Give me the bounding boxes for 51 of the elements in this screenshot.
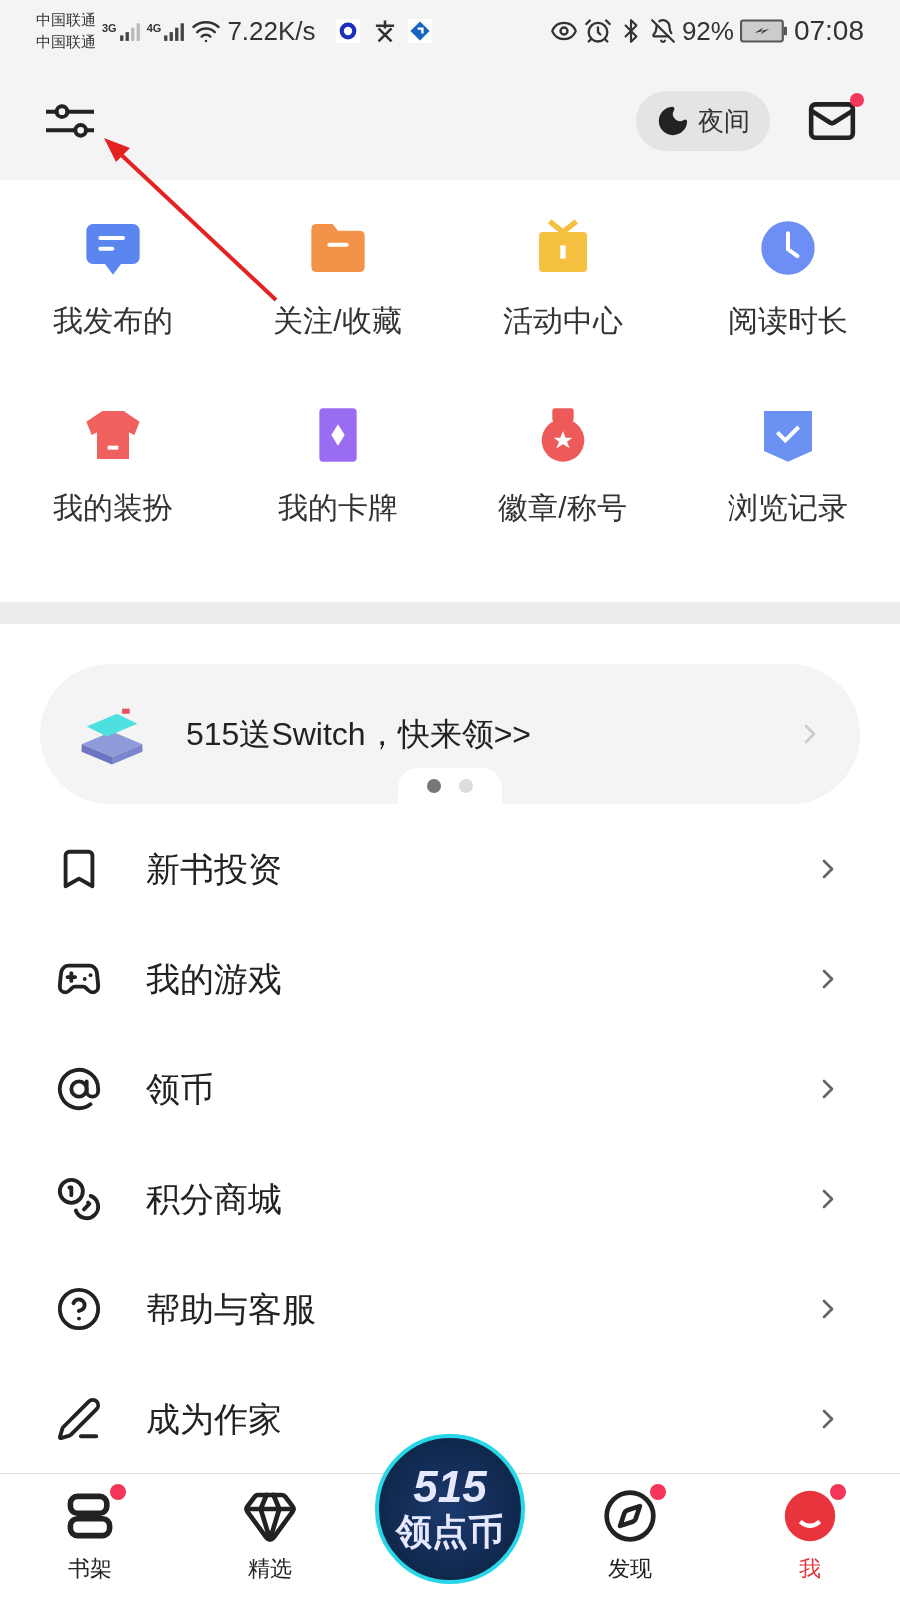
nav-tab[interactable]: 精选 <box>180 1474 360 1600</box>
banner-text: 515送Switch，快来领>> <box>186 715 531 754</box>
menu-label: 积分商城 <box>146 1178 282 1220</box>
network-type: 4G <box>146 21 162 36</box>
shortcut-item[interactable]: 我的卡牌 <box>225 403 450 530</box>
settings-icon <box>43 101 97 141</box>
menu-label: 帮助与客服 <box>146 1288 316 1330</box>
coin-promo-button[interactable]: 515 领点币 <box>375 1434 525 1584</box>
shortcut-item[interactable]: 我发布的 <box>0 216 225 343</box>
battery-icon <box>739 19 788 43</box>
help-icon <box>56 1286 102 1332</box>
nav-tab[interactable]: 书架 <box>0 1474 180 1600</box>
app-ring-icon <box>335 19 360 43</box>
clock-time: 07:08 <box>793 14 864 48</box>
promo-number: 515 <box>413 1464 487 1509</box>
nav-tab[interactable]: 我 <box>720 1474 900 1600</box>
shortcut-item[interactable]: 关注/收藏 <box>225 216 450 343</box>
promo-label: 领点币 <box>396 1509 504 1554</box>
shortcut-item[interactable]: 浏览记录 <box>675 403 900 530</box>
menu-row[interactable]: 帮助与客服 <box>0 1254 900 1364</box>
mute-icon <box>649 18 676 44</box>
coins-icon <box>56 1176 102 1222</box>
shortcut-item[interactable]: 我的装扮 <box>0 403 225 530</box>
night-mode-button[interactable]: 夜间 <box>636 91 770 151</box>
moon-icon <box>656 104 690 138</box>
app-diamond-icon <box>407 19 432 43</box>
nav-tab[interactable]: 发现 <box>540 1474 720 1600</box>
carrier-name: 中国联通 <box>36 10 96 30</box>
alarm-icon <box>583 17 612 45</box>
battery-percent: 92% <box>681 14 734 48</box>
network-speed: 7.22K/s <box>227 14 316 48</box>
promo-banner[interactable]: 515送Switch，快来领>> <box>40 664 860 804</box>
shortcut-item[interactable]: 徽章/称号 <box>450 403 675 530</box>
pen-icon <box>56 1396 102 1442</box>
signal-icon <box>118 20 141 42</box>
menu-label: 我的游戏 <box>146 958 282 1000</box>
menu-row[interactable]: 积分商城 <box>0 1144 900 1254</box>
menu-row[interactable]: 新书投资 <box>0 814 900 924</box>
menu-label: 成为作家 <box>146 1398 282 1440</box>
network-type: 3G <box>102 21 117 36</box>
shortcut-item[interactable]: 阅读时长 <box>675 216 900 343</box>
smile-face-icon <box>782 1488 838 1544</box>
signal-icon <box>163 20 186 42</box>
menu-row[interactable]: 领币 <box>0 1034 900 1144</box>
compass-icon <box>602 1488 658 1544</box>
menu-label: 新书投资 <box>146 848 282 890</box>
shortcut-item[interactable]: 活动中心 <box>450 216 675 343</box>
menu-row[interactable]: 我的游戏 <box>0 924 900 1034</box>
menu-label: 领币 <box>146 1068 214 1110</box>
carrier-name: 中国联通 <box>36 32 96 52</box>
at-sign-icon <box>56 1066 102 1112</box>
